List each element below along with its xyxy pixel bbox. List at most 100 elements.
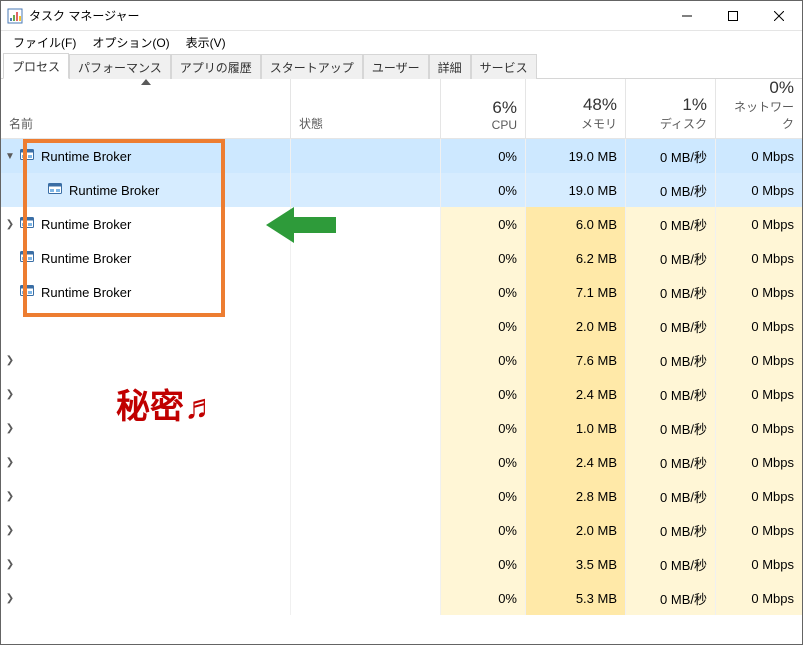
table-row[interactable]: ❯0%1.0 MB0 MB/秒0 Mbps [1, 411, 802, 445]
process-name: Runtime Broker [41, 251, 131, 266]
col-network[interactable]: 0% ネットワーク [716, 79, 802, 138]
col-memory[interactable]: 48% メモリ [526, 79, 626, 138]
col-cpu[interactable]: 6% CPU [441, 79, 526, 138]
cell-mem: 6.0 MB [526, 207, 626, 241]
table-row[interactable]: ❯Runtime Broker0%6.0 MB0 MB/秒0 Mbps [1, 207, 802, 241]
expand-toggle[interactable]: ❯ [3, 423, 17, 434]
table-row[interactable]: Runtime Broker0%6.2 MB0 MB/秒0 Mbps [1, 241, 802, 275]
table-row[interactable]: ❯0%2.4 MB0 MB/秒0 Mbps [1, 377, 802, 411]
cell-mem: 2.0 MB [526, 513, 626, 547]
cell-name: ❯ [1, 513, 291, 547]
maximize-button[interactable] [710, 1, 756, 31]
tab-processes[interactable]: プロセス [3, 53, 69, 79]
menu-file[interactable]: ファイル(F) [5, 32, 84, 53]
process-name: Runtime Broker [41, 285, 131, 300]
cell-name: Runtime Broker [1, 241, 291, 275]
expand-toggle[interactable]: ❯ [3, 355, 17, 366]
minimize-button[interactable] [664, 1, 710, 31]
cell-mem: 2.4 MB [526, 377, 626, 411]
table-row[interactable]: Runtime Broker0%7.1 MB0 MB/秒0 Mbps [1, 275, 802, 309]
process-name: Runtime Broker [41, 149, 131, 164]
cell-net: 0 Mbps [716, 309, 802, 343]
cell-net: 0 Mbps [716, 241, 802, 275]
table-row[interactable]: ❯0%2.0 MB0 MB/秒0 Mbps [1, 513, 802, 547]
tab-services[interactable]: サービス [471, 54, 537, 79]
cell-status [291, 547, 441, 581]
cell-disk: 0 MB/秒 [626, 445, 716, 479]
cell-status [291, 445, 441, 479]
col-status[interactable]: 状態 [291, 79, 441, 138]
expand-toggle[interactable]: ❯ [3, 389, 17, 400]
table-row[interactable]: ▼Runtime Broker0%19.0 MB0 MB/秒0 Mbps [1, 139, 802, 173]
cell-net: 0 Mbps [716, 513, 802, 547]
expand-toggle[interactable]: ▼ [3, 151, 17, 162]
cell-mem: 7.6 MB [526, 343, 626, 377]
disk-pct: 1% [682, 95, 707, 115]
tab-details[interactable]: 詳細 [429, 54, 471, 79]
cell-disk: 0 MB/秒 [626, 513, 716, 547]
cell-status [291, 513, 441, 547]
cell-cpu: 0% [441, 207, 526, 241]
cell-status [291, 309, 441, 343]
tab-startup[interactable]: スタートアップ [261, 54, 363, 79]
table-row[interactable]: ❯0%2.8 MB0 MB/秒0 Mbps [1, 479, 802, 513]
expand-toggle[interactable]: ❯ [3, 525, 17, 536]
menu-options[interactable]: オプション(O) [84, 32, 177, 53]
menu-view[interactable]: 表示(V) [178, 32, 234, 53]
cell-mem: 19.0 MB [526, 139, 626, 173]
expand-toggle[interactable]: ❯ [3, 491, 17, 502]
col-disk[interactable]: 1% ディスク [626, 79, 716, 138]
cell-disk: 0 MB/秒 [626, 309, 716, 343]
cell-net: 0 Mbps [716, 547, 802, 581]
cell-cpu: 0% [441, 377, 526, 411]
cell-cpu: 0% [441, 411, 526, 445]
cell-mem: 19.0 MB [526, 173, 626, 207]
col-name[interactable]: 名前 [1, 79, 291, 138]
col-status-label: 状態 [299, 115, 432, 132]
close-button[interactable] [756, 1, 802, 31]
table-row[interactable]: Runtime Broker0%19.0 MB0 MB/秒0 Mbps [1, 173, 802, 207]
cell-name: ❯ [1, 445, 291, 479]
cell-disk: 0 MB/秒 [626, 547, 716, 581]
cell-disk: 0 MB/秒 [626, 173, 716, 207]
cell-disk: 0 MB/秒 [626, 241, 716, 275]
disk-label: ディスク [660, 115, 707, 132]
cell-name: ❯ [1, 343, 291, 377]
expand-toggle[interactable]: ❯ [3, 593, 17, 604]
cell-net: 0 Mbps [716, 275, 802, 309]
cell-net: 0 Mbps [716, 377, 802, 411]
menubar: ファイル(F) オプション(O) 表示(V) [1, 31, 802, 53]
cpu-pct: 6% [492, 98, 517, 118]
cell-net: 0 Mbps [716, 173, 802, 207]
table-row[interactable]: 0%2.0 MB0 MB/秒0 Mbps [1, 309, 802, 343]
tab-app-history[interactable]: アプリの履歴 [171, 54, 261, 79]
tabstrip: プロセス パフォーマンス アプリの履歴 スタートアップ ユーザー 詳細 サービス [1, 53, 802, 79]
expand-toggle[interactable]: ❯ [3, 457, 17, 468]
titlebar: タスク マネージャー [1, 1, 802, 31]
column-header: 名前 状態 6% CPU 48% メモリ 1% ディスク 0% ネットワーク [1, 79, 802, 139]
cell-disk: 0 MB/秒 [626, 275, 716, 309]
cell-cpu: 0% [441, 241, 526, 275]
cell-disk: 0 MB/秒 [626, 139, 716, 173]
expand-toggle[interactable]: ❯ [3, 559, 17, 570]
table-row[interactable]: ❯0%2.4 MB0 MB/秒0 Mbps [1, 445, 802, 479]
cell-name: ❯ [1, 581, 291, 615]
cell-name: ❯ [1, 479, 291, 513]
cell-status [291, 275, 441, 309]
expand-toggle[interactable]: ❯ [3, 219, 17, 230]
cell-cpu: 0% [441, 581, 526, 615]
table-row[interactable]: ❯0%3.5 MB0 MB/秒0 Mbps [1, 547, 802, 581]
process-icon [19, 215, 35, 231]
table-row[interactable]: ❯0%5.3 MB0 MB/秒0 Mbps [1, 581, 802, 615]
app-icon [7, 8, 23, 24]
cell-net: 0 Mbps [716, 207, 802, 241]
cell-name: ❯ [1, 547, 291, 581]
cell-net: 0 Mbps [716, 139, 802, 173]
cell-net: 0 Mbps [716, 445, 802, 479]
cell-status [291, 377, 441, 411]
table-row[interactable]: ❯0%7.6 MB0 MB/秒0 Mbps [1, 343, 802, 377]
process-icon [19, 249, 35, 265]
tab-users[interactable]: ユーザー [363, 54, 429, 79]
tab-performance[interactable]: パフォーマンス [69, 54, 171, 79]
cell-mem: 1.0 MB [526, 411, 626, 445]
